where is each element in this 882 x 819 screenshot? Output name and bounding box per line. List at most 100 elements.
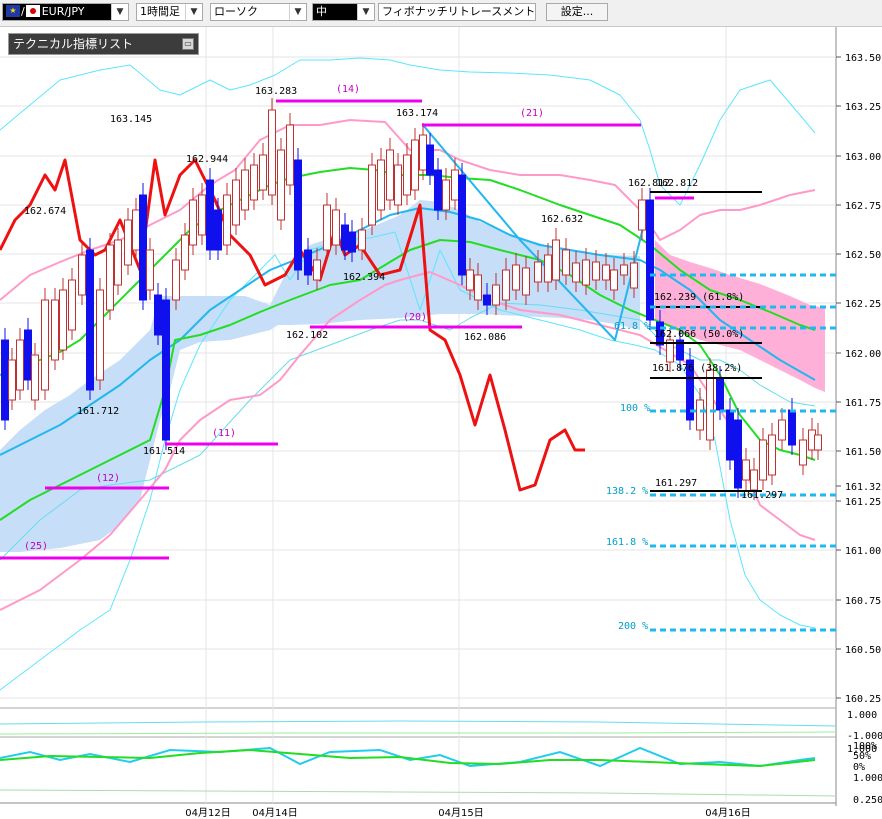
price-axis-label: 162.00 bbox=[845, 349, 881, 360]
candle-up bbox=[8, 359, 16, 401]
candle-up bbox=[544, 254, 552, 283]
candle-up bbox=[394, 164, 402, 206]
candle-up bbox=[232, 179, 240, 226]
price-label: 162.102 bbox=[286, 330, 328, 341]
candle-up bbox=[189, 199, 197, 246]
candle-up bbox=[592, 261, 600, 281]
price-axis-label: 162.50 bbox=[845, 250, 881, 261]
candle-up bbox=[16, 339, 24, 391]
candle-up bbox=[368, 164, 376, 226]
candle-up bbox=[241, 169, 249, 211]
settings-button[interactable]: 設定... bbox=[546, 3, 608, 21]
count-label: (20) bbox=[403, 312, 427, 323]
candle-up bbox=[442, 179, 450, 211]
chart-type-select[interactable]: ローソク ▼ bbox=[210, 3, 307, 21]
candle-up bbox=[106, 244, 114, 311]
chevron-down-icon[interactable]: ▼ bbox=[357, 4, 374, 20]
currency-pair-select[interactable]: ★ / EUR/JPY ▼ bbox=[2, 3, 129, 21]
candle-up bbox=[582, 259, 590, 286]
candle-up bbox=[198, 194, 206, 236]
line-width-select[interactable]: 中 ▼ bbox=[312, 3, 375, 21]
candle-down bbox=[304, 249, 312, 276]
candle-up bbox=[522, 267, 530, 296]
price-axis-label: 161.32 bbox=[845, 482, 881, 493]
price-chart[interactable]: 162.674 163.145 162.944 163.283 163.174 161.7… bbox=[0, 27, 882, 819]
chevron-down-icon[interactable]: ▼ bbox=[289, 4, 306, 20]
candle-up bbox=[411, 139, 419, 191]
candle-down bbox=[154, 294, 162, 336]
oscillator-axis-label: 0.250 bbox=[853, 795, 882, 806]
indicator-panel-title: テクニカル指標リスト bbox=[13, 37, 134, 51]
fib-label: 100 % bbox=[620, 403, 650, 414]
candle-up bbox=[358, 229, 366, 251]
price-axis-label: 163.00 bbox=[845, 152, 881, 163]
candle-down bbox=[434, 169, 442, 211]
price-label: 162.944 bbox=[186, 154, 228, 165]
candle-down bbox=[162, 299, 170, 441]
count-label: (21) bbox=[520, 108, 544, 119]
candle-up bbox=[51, 299, 59, 361]
count-label: (11) bbox=[212, 428, 236, 439]
price-label: 161.297 bbox=[741, 490, 783, 501]
candle-up bbox=[59, 289, 67, 351]
price-axis-label: 160.25 bbox=[845, 694, 881, 705]
price-label: 162.632 bbox=[541, 214, 583, 225]
candle-down bbox=[86, 249, 94, 391]
candle-up bbox=[572, 262, 580, 283]
chevron-down-icon[interactable]: ▼ bbox=[111, 4, 128, 20]
candle-up bbox=[638, 199, 646, 231]
jp-flag-icon bbox=[25, 5, 40, 17]
candle-down bbox=[1, 339, 9, 421]
price-axis-label: 161.50 bbox=[845, 447, 881, 458]
price-label: 162.394 bbox=[343, 272, 385, 283]
candle-up bbox=[114, 239, 122, 286]
time-axis-label: 04月12日 bbox=[185, 807, 230, 819]
candle-down bbox=[214, 209, 222, 251]
count-label: (14) bbox=[336, 84, 360, 95]
price-label: 162.674 bbox=[24, 206, 66, 217]
price-axis-label: 160.75 bbox=[845, 596, 881, 607]
candle-down bbox=[139, 194, 147, 301]
candle-down bbox=[206, 179, 214, 251]
candle-up bbox=[620, 264, 628, 276]
candle-up bbox=[386, 149, 394, 201]
pair-slash: / bbox=[21, 5, 25, 18]
fib-label: 161.297 bbox=[655, 478, 697, 489]
candle-up bbox=[377, 159, 385, 211]
candle-down bbox=[426, 144, 434, 176]
candle-up bbox=[799, 439, 807, 466]
candle-up bbox=[474, 274, 482, 301]
candle-up bbox=[181, 234, 189, 271]
fib-label: 162.066 (50.0%) bbox=[654, 329, 744, 340]
chevron-down-icon[interactable]: ▼ bbox=[185, 4, 202, 20]
candle-down bbox=[294, 159, 302, 271]
minimize-icon[interactable]: ▭ bbox=[182, 38, 194, 50]
candle-down bbox=[341, 224, 349, 251]
candle-up bbox=[768, 434, 776, 476]
candle-up bbox=[630, 262, 638, 289]
price-label: 161.712 bbox=[77, 406, 119, 417]
candle-up bbox=[132, 209, 140, 251]
candle-up bbox=[124, 219, 132, 266]
price-axis-label: 162.25 bbox=[845, 299, 881, 310]
candle-up bbox=[41, 299, 49, 391]
timeframe-select[interactable]: 1時間足 ▼ bbox=[136, 3, 203, 21]
candle-up bbox=[512, 264, 520, 291]
candle-up bbox=[313, 259, 321, 281]
price-label: 163.283 bbox=[255, 86, 297, 97]
line-width-label: 中 bbox=[316, 5, 327, 18]
candle-up bbox=[750, 469, 758, 491]
timeframe-label: 1時間足 bbox=[140, 5, 180, 18]
candle-up bbox=[742, 459, 750, 481]
candle-down bbox=[726, 409, 734, 461]
candle-up bbox=[286, 124, 294, 186]
candle-up bbox=[814, 434, 822, 451]
candle-up bbox=[403, 154, 411, 196]
candle-up bbox=[492, 284, 500, 306]
drawing-tool-field[interactable]: フィボナッチリトレースメント bbox=[378, 3, 536, 21]
indicator-list-panel[interactable]: テクニカル指標リスト ▭ bbox=[8, 33, 199, 55]
pair-label: EUR/JPY bbox=[41, 5, 85, 18]
candle-up bbox=[223, 194, 231, 246]
time-axis-label: 04月14日 bbox=[252, 807, 297, 819]
candle-up bbox=[696, 399, 704, 431]
